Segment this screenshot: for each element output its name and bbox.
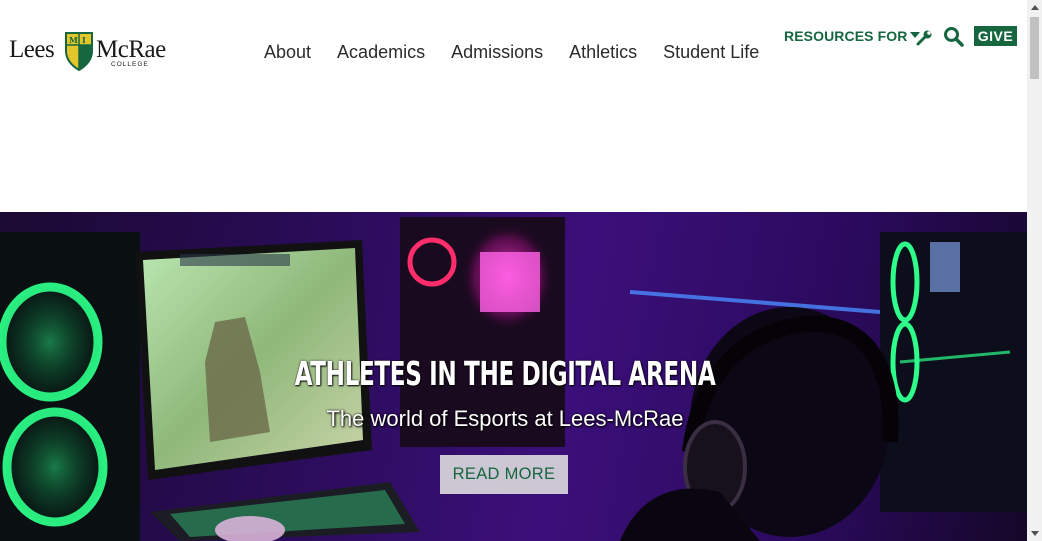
- resources-for-dropdown[interactable]: RESOURCES FOR: [784, 26, 921, 46]
- nav-item-academics[interactable]: Academics: [324, 40, 438, 64]
- scroll-up-arrow-icon[interactable]: [1031, 5, 1039, 10]
- svg-text:M: M: [69, 35, 78, 45]
- logo-subtitle: COLLEGE: [111, 61, 149, 68]
- hero-banner: ATHLETES IN THE DIGITAL ARENA The world …: [0, 212, 1027, 541]
- give-button[interactable]: GIVE: [974, 26, 1017, 46]
- page-scrollbar[interactable]: [1027, 0, 1042, 541]
- resources-for-label: RESOURCES FOR: [784, 28, 908, 44]
- shield-logo-icon: M I: [65, 32, 93, 71]
- nav-item-student-life[interactable]: Student Life: [650, 40, 772, 64]
- read-more-button[interactable]: READ MORE: [440, 455, 568, 494]
- search-icon[interactable]: [943, 26, 964, 47]
- site-logo[interactable]: Lees M I McRae COLLEGE: [9, 30, 179, 74]
- scrollbar-thumb[interactable]: [1030, 17, 1039, 79]
- hero-title: ATHLETES IN THE DIGITAL ARENA: [294, 354, 716, 393]
- nav-item-about[interactable]: About: [250, 40, 324, 64]
- main-nav: About Academics Admissions Athletics Stu…: [250, 40, 772, 64]
- svg-text:I: I: [82, 35, 86, 45]
- wrench-icon[interactable]: [916, 29, 933, 46]
- page: Lees M I McRae COLLEGE About Academics A…: [0, 0, 1027, 541]
- logo-word-lees: Lees: [9, 36, 55, 63]
- nav-item-admissions[interactable]: Admissions: [438, 40, 556, 64]
- logo-word-mcrae: McRae: [96, 36, 166, 63]
- scroll-down-arrow-icon[interactable]: [1031, 531, 1039, 536]
- nav-item-athletics[interactable]: Athletics: [556, 40, 650, 64]
- hero-subtitle: The world of Esports at Lees-McRae: [326, 406, 684, 431]
